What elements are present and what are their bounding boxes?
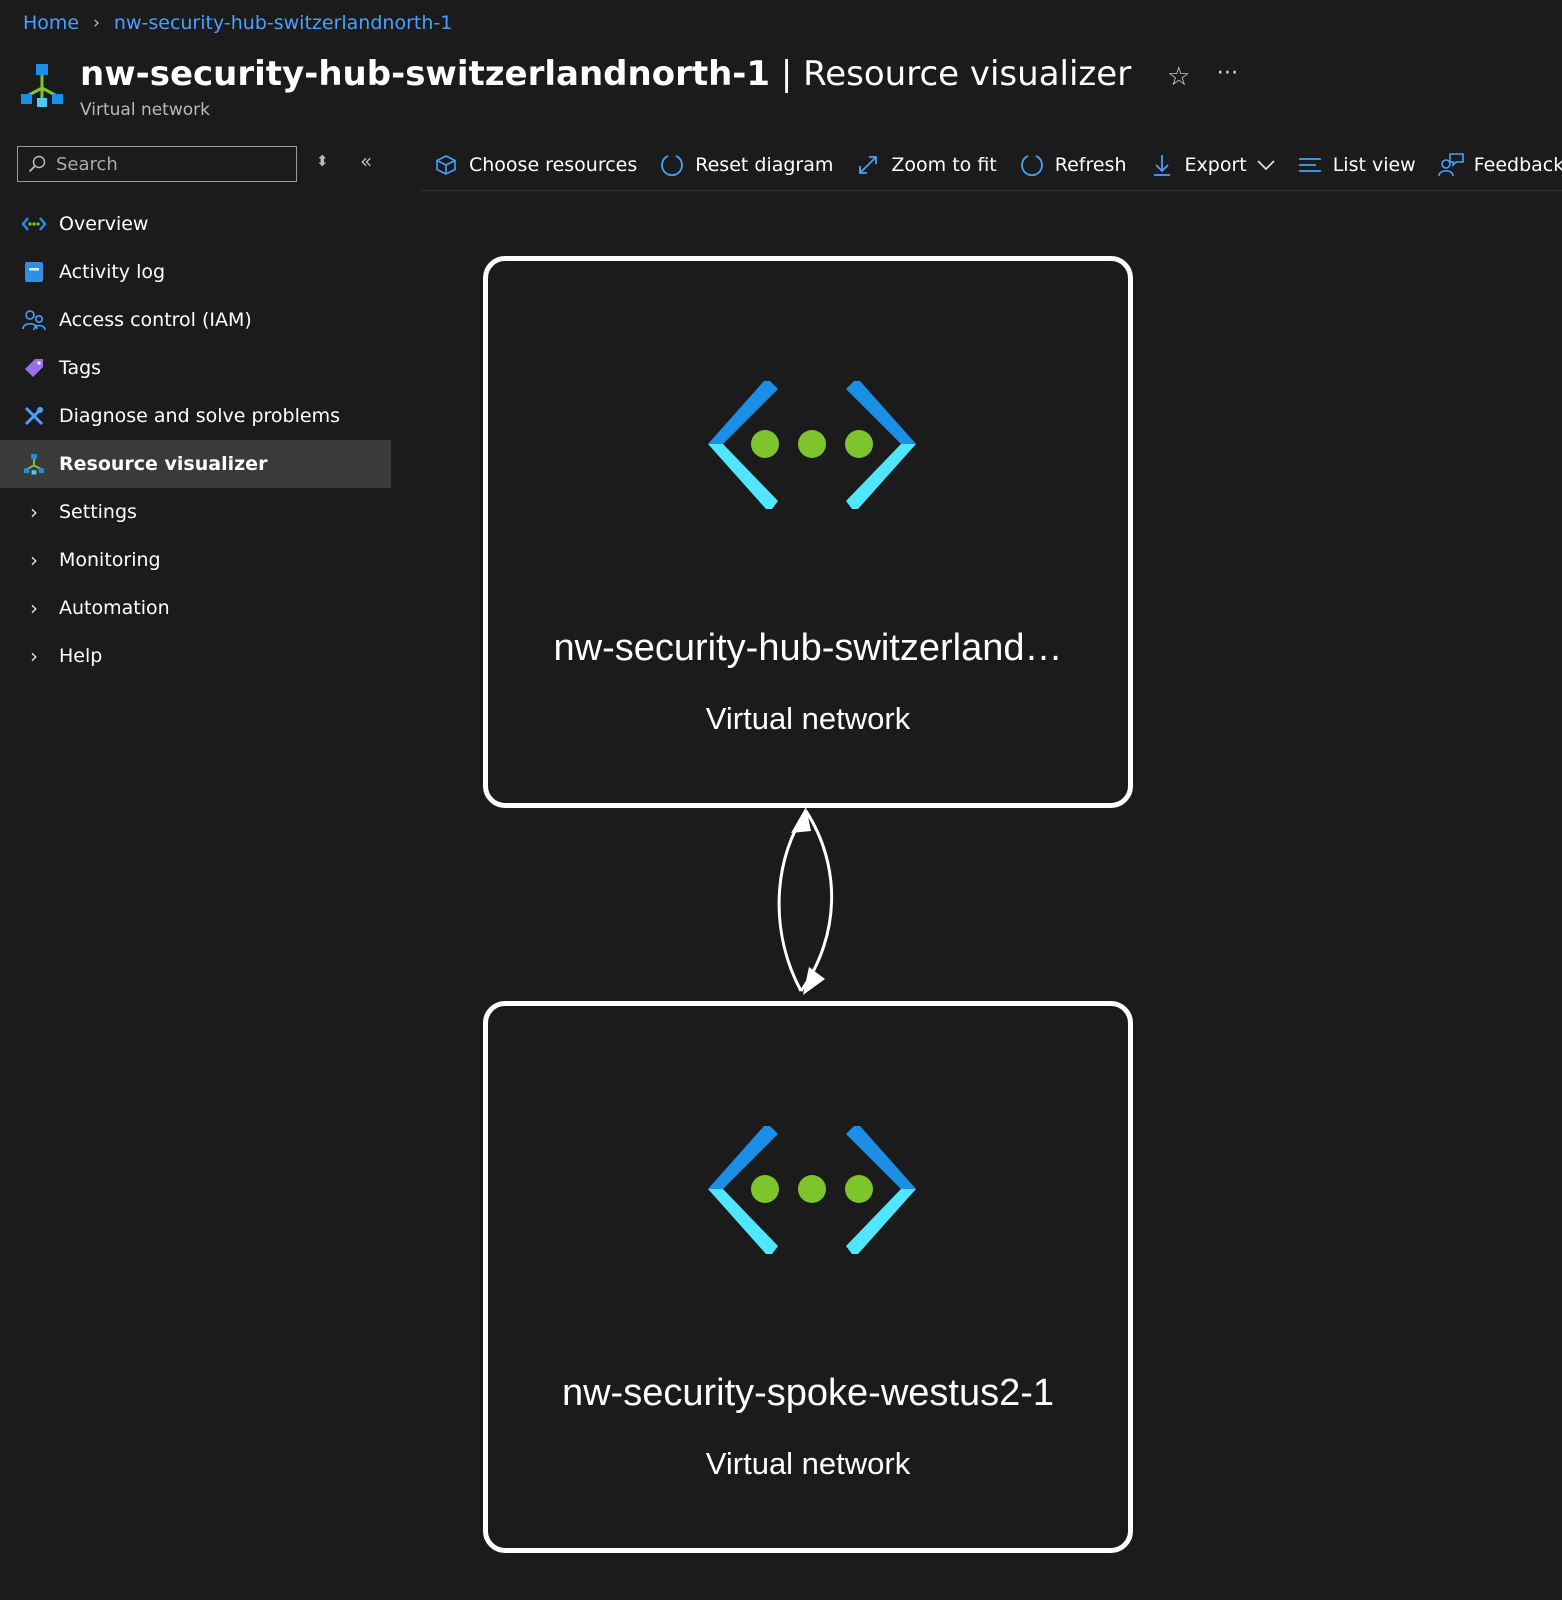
sidebar-item-label: Diagnose and solve problems	[59, 405, 340, 427]
resource-visualizer-icon	[21, 64, 63, 107]
sidebar-item-activity-log[interactable]: Activity log	[0, 248, 391, 296]
sidebar-nav: Overview Activity log Access control (IA…	[0, 200, 391, 680]
sidebar-group-settings[interactable]: › Settings	[0, 488, 391, 536]
sidebar-group-automation[interactable]: › Automation	[0, 584, 391, 632]
download-icon	[1149, 152, 1175, 178]
arrowhead-down	[803, 967, 825, 995]
chevron-right-icon: ›	[30, 548, 38, 572]
chevron-right-icon: ›	[30, 500, 38, 524]
node-name: nw-security-hub-switzerland…	[553, 627, 1063, 669]
choose-resources-button[interactable]: Choose resources	[433, 152, 637, 178]
reset-icon	[659, 152, 685, 178]
list-view-label: List view	[1332, 154, 1416, 176]
sidebar-item-label: Monitoring	[59, 549, 161, 571]
arrowhead-up	[791, 807, 811, 833]
refresh-icon	[1019, 152, 1045, 178]
more-icon[interactable]: ⋯	[1216, 60, 1240, 85]
node-type: Virtual network	[705, 701, 911, 736]
resource-visualizer-icon	[22, 452, 46, 476]
feedback-button[interactable]: Feedback	[1437, 152, 1562, 178]
feedback-icon	[1437, 152, 1464, 178]
node-name: nw-security-spoke-westus2-1	[561, 1372, 1055, 1414]
sort-updown-icon[interactable]: ⬍	[316, 152, 329, 170]
diagram-canvas[interactable]: nw-security-hub-switzerland… Virtual net…	[421, 192, 1562, 1600]
star-icon[interactable]: ☆	[1167, 62, 1190, 92]
reset-diagram-button[interactable]: Reset diagram	[659, 152, 833, 178]
refresh-label: Refresh	[1054, 154, 1127, 176]
search-icon	[28, 155, 46, 173]
reset-diagram-label: Reset diagram	[695, 154, 834, 176]
chevron-right-icon: ›	[93, 13, 100, 33]
breadcrumb-current-link[interactable]: nw-security-hub-switzerlandnorth-1	[114, 12, 452, 34]
diagram-node-spoke[interactable]: nw-security-spoke-westus2-1 Virtual netw…	[483, 1001, 1133, 1553]
toolbar: Choose resources Reset diagram Zoom to f…	[421, 140, 1562, 191]
cube-icon	[433, 152, 459, 178]
feedback-label: Feedback	[1473, 154, 1562, 176]
page-title: nw-security-hub-switzerlandnorth-1 | Res…	[80, 52, 1131, 96]
resource-name: nw-security-hub-switzerlandnorth-1	[80, 54, 771, 94]
zoom-to-fit-label: Zoom to fit	[891, 154, 997, 176]
wrench-icon	[22, 404, 46, 428]
breadcrumb: Home › nw-security-hub-switzerlandnorth-…	[23, 12, 452, 34]
vnet-overview-icon	[22, 212, 46, 236]
virtual-network-icon	[708, 381, 916, 509]
sidebar-item-resource-visualizer[interactable]: Resource visualizer	[0, 440, 391, 488]
export-label: Export	[1184, 154, 1247, 176]
sidebar-group-monitoring[interactable]: › Monitoring	[0, 536, 391, 584]
sidebar-item-label: Access control (IAM)	[59, 309, 252, 331]
page-name: | Resource visualizer	[780, 54, 1132, 94]
sidebar-item-overview[interactable]: Overview	[0, 200, 391, 248]
node-type: Virtual network	[705, 1446, 911, 1481]
sidebar-item-label: Tags	[59, 357, 102, 379]
list-icon	[1297, 152, 1323, 178]
refresh-button[interactable]: Refresh	[1019, 152, 1127, 178]
sidebar-item-label: Activity log	[59, 261, 166, 283]
search-input[interactable]	[54, 152, 278, 176]
users-icon	[22, 308, 46, 332]
breadcrumb-home-link[interactable]: Home	[23, 12, 79, 34]
sidebar-item-access-control[interactable]: Access control (IAM)	[0, 296, 391, 344]
sidebar-item-label: Resource visualizer	[59, 453, 268, 475]
sidebar-item-label: Help	[59, 645, 103, 667]
sidebar-item-diagnose[interactable]: Diagnose and solve problems	[0, 392, 391, 440]
expand-diagonal-icon	[855, 152, 881, 178]
page-header: nw-security-hub-switzerlandnorth-1 | Res…	[20, 52, 1240, 120]
list-view-button[interactable]: List view	[1297, 152, 1416, 178]
collapse-sidebar-icon[interactable]: «	[360, 149, 372, 173]
sidebar-item-label: Settings	[59, 501, 137, 523]
choose-resources-label: Choose resources	[469, 154, 638, 176]
diagram-node-hub[interactable]: nw-security-hub-switzerland… Virtual net…	[483, 256, 1133, 808]
activity-log-icon	[22, 260, 46, 284]
peering-connector	[777, 807, 834, 995]
virtual-network-icon	[708, 1126, 916, 1254]
chevron-down-icon	[1257, 154, 1275, 176]
search-box[interactable]	[17, 146, 297, 182]
chevron-right-icon: ›	[30, 596, 38, 620]
sidebar-item-label: Overview	[59, 213, 149, 235]
sidebar-group-help[interactable]: › Help	[0, 632, 391, 680]
tag-icon	[22, 356, 46, 380]
export-button[interactable]: Export	[1149, 152, 1275, 178]
sidebar-item-tags[interactable]: Tags	[0, 344, 391, 392]
chevron-right-icon: ›	[30, 644, 38, 668]
sidebar-item-label: Automation	[59, 597, 170, 619]
resource-type: Virtual network	[80, 100, 210, 120]
zoom-to-fit-button[interactable]: Zoom to fit	[855, 152, 997, 178]
